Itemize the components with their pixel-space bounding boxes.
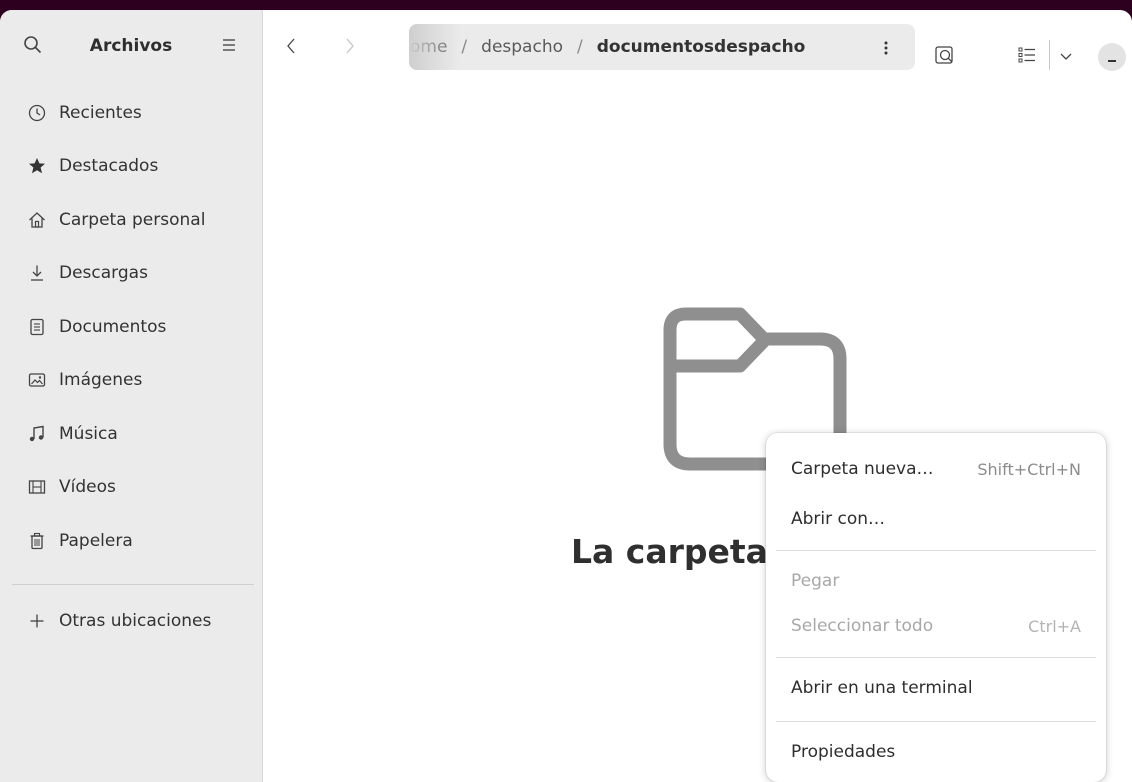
sidebar-places: Recientes Destacados Carpeta personal De… [0,86,262,568]
breadcrumb-segment-current[interactable]: documentosdespacho [597,37,806,57]
image-icon [26,369,48,391]
menu-item-label: Pegar [791,571,840,591]
menu-item-label: Seleccionar todo [791,616,934,636]
breadcrumb-segment-despacho[interactable]: despacho [481,37,563,57]
menu-item-label: Propiedades [791,742,896,762]
video-icon [26,476,48,498]
sidebar-divider [12,584,254,585]
sidebar: Archivos Recientes Destacados Carpeta pe… [0,10,263,782]
hamburger-menu-icon[interactable] [220,36,238,54]
breadcrumb-separator: / [577,37,583,57]
music-icon [26,423,48,445]
sidebar-item-videos[interactable]: Vídeos [0,461,262,515]
sidebar-item-descargas[interactable]: Descargas [0,247,262,301]
sidebar-item-label: Música [59,423,118,444]
home-icon [26,209,48,231]
plus-icon [26,610,48,632]
sidebar-item-label: Descargas [59,263,148,284]
path-overflow-fade [409,24,461,70]
menu-item-label: Abrir con… [791,509,886,529]
back-arrow-icon[interactable] [283,36,301,56]
sidebar-item-papelera[interactable]: Papelera [0,514,262,568]
sidebar-item-documentos[interactable]: Documentos [0,300,262,354]
sidebar-item-imagenes[interactable]: Imágenes [0,354,262,408]
sidebar-item-otras-ubicaciones[interactable]: Otras ubicaciones [0,594,262,648]
file-manager-window: Archivos Recientes Destacados Carpeta pe… [0,10,1132,782]
menu-item-label: Abrir en una terminal [791,678,973,698]
context-menu: Carpeta nueva… Shift+Ctrl+N Abrir con… P… [766,433,1106,782]
sidebar-item-label: Otras ubicaciones [59,610,212,631]
empty-folder-message: La carpeta [571,532,768,571]
sidebar-item-musica[interactable]: Música [0,407,262,461]
menu-item-propiedades[interactable]: Propiedades [766,732,1106,772]
sidebar-item-label: Papelera [59,530,133,551]
star-icon [26,155,48,177]
forward-arrow-icon[interactable] [340,36,358,56]
sidebar-item-label: Carpeta personal [59,209,206,230]
menu-item-abrir-con[interactable]: Abrir con… [766,499,1106,539]
sidebar-header: Archivos [0,10,262,82]
breadcrumb: ome / despacho / documentosdespacho [409,24,805,70]
sidebar-item-label: Documentos [59,316,167,337]
sidebar-item-destacados[interactable]: Destacados [0,140,262,194]
sidebar-item-label: Imágenes [59,370,143,391]
trash-icon [26,530,48,552]
sidebar-item-label: Destacados [59,156,159,177]
view-toggle-divider [1049,40,1050,70]
path-menu-button[interactable] [882,38,890,58]
menu-separator [776,657,1096,658]
clock-icon [26,102,48,124]
minimize-button[interactable] [1098,43,1126,71]
menu-item-pegar[interactable]: Pegar [766,561,1106,601]
menu-separator [776,550,1096,551]
sidebar-other-section: Otras ubicaciones [0,594,262,648]
sidebar-item-label: Vídeos [59,477,116,498]
chevron-down-icon[interactable] [1058,48,1074,64]
menu-item-seleccionar-todo[interactable]: Seleccionar todo Ctrl+A [766,606,1106,646]
document-icon [26,316,48,338]
path-bar: ome / despacho / documentosdespacho [409,24,915,70]
breadcrumb-separator: / [461,37,468,57]
sidebar-item-label: Recientes [59,102,142,123]
menu-separator [776,721,1096,722]
sidebar-item-carpeta-personal[interactable]: Carpeta personal [0,193,262,247]
menu-item-carpeta-nueva[interactable]: Carpeta nueva… Shift+Ctrl+N [766,449,1106,489]
search-button[interactable] [934,43,958,67]
list-view-icon[interactable] [1017,45,1037,65]
menu-item-shortcut: Ctrl+A [1028,617,1081,636]
menu-item-shortcut: Shift+Ctrl+N [977,460,1081,479]
sidebar-item-recientes[interactable]: Recientes [0,86,262,140]
download-icon [26,262,48,284]
menu-item-label: Carpeta nueva… [791,459,934,479]
menu-item-abrir-en-terminal[interactable]: Abrir en una terminal [766,668,1106,708]
